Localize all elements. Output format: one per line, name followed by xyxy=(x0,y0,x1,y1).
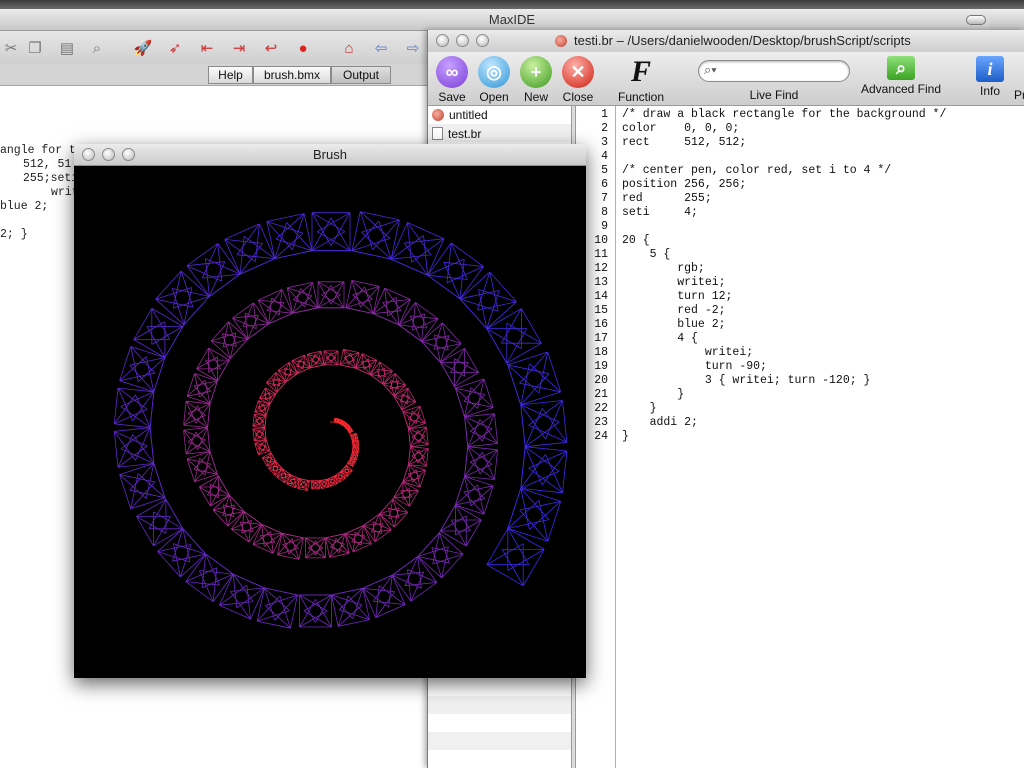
live-find-input[interactable] xyxy=(698,60,850,82)
tab-output[interactable]: Output xyxy=(331,66,391,84)
maxide-title: MaxIDE xyxy=(488,12,536,27)
code-line: turn 12; xyxy=(622,290,733,303)
file-name: test.br xyxy=(448,127,482,141)
code-line: red 255; xyxy=(622,192,712,205)
rocket-build-icon[interactable]: 🚀 xyxy=(132,37,154,59)
code-line: /* draw a black rectangle for the backgr… xyxy=(622,108,947,121)
brush-output-window: Brush xyxy=(74,144,586,678)
background-window-edge xyxy=(990,9,1024,31)
tab-help[interactable]: Help xyxy=(208,66,253,84)
forward-arrow-icon[interactable]: ⇨ xyxy=(402,37,424,59)
code-line: position 256, 256; xyxy=(622,178,747,191)
save-label: Save xyxy=(438,90,466,104)
file-item-test[interactable]: test.br xyxy=(432,125,481,143)
code-line: writei; xyxy=(622,276,726,289)
file-name: untitled xyxy=(449,108,488,122)
close-label: Close xyxy=(562,90,594,104)
maxide-title-bar: MaxIDE xyxy=(0,9,1024,31)
code-line: seti 4; xyxy=(622,206,698,219)
function-icon: F xyxy=(630,55,651,88)
code-fragment: blue 2; xyxy=(0,200,49,213)
info-label: Info xyxy=(979,84,1000,98)
open-button[interactable]: ◎ Open xyxy=(476,52,512,104)
code-line: 20 { xyxy=(622,234,650,247)
find-icon[interactable]: ⌕ xyxy=(86,37,108,59)
save-icon: ∞ xyxy=(436,56,468,88)
open-label: Open xyxy=(479,90,509,104)
info-icon: i xyxy=(976,56,1004,82)
code-line: } xyxy=(622,402,657,415)
stop-icon[interactable]: ● xyxy=(292,37,314,59)
tab-brush-bmx[interactable]: brush.bmx xyxy=(253,66,331,84)
info-button[interactable]: i Info xyxy=(974,52,1006,98)
rocket-run-icon[interactable]: ➶ xyxy=(164,37,186,59)
spiral-canvas xyxy=(74,166,586,678)
code-fragment: 2; } xyxy=(0,228,28,241)
back-arrow-icon[interactable]: ⇦ xyxy=(370,37,392,59)
step-out-icon[interactable]: ↩ xyxy=(260,37,282,59)
zoom-window-button[interactable] xyxy=(122,148,135,161)
magnifier-icon: ⌕ xyxy=(887,56,915,80)
document-icon xyxy=(432,127,443,140)
close-button[interactable]: ✕ Close xyxy=(560,52,596,104)
overflow-toolbar-label: Pr xyxy=(1014,88,1024,102)
code-line: 3 { writei; turn -120; } xyxy=(622,374,871,387)
copy-icon[interactable]: ❐ xyxy=(24,37,46,59)
brush-file-icon xyxy=(432,109,444,121)
file-item-untitled[interactable]: untitled xyxy=(432,106,488,124)
code-line: red -2; xyxy=(622,304,726,317)
line-number: 1 xyxy=(601,108,608,121)
code-line: 5 { xyxy=(622,248,671,261)
code-line: rgb; xyxy=(622,262,705,275)
code-fragment: 512, 51 xyxy=(23,158,72,171)
menu-bar-strip xyxy=(0,0,1024,9)
brush-title-bar: Brush xyxy=(74,144,586,166)
minimize-window-button[interactable] xyxy=(102,148,115,161)
live-find-label: Live Find xyxy=(749,88,799,102)
code-fragment: angle for th xyxy=(0,144,83,157)
code-fragment: 255;seti xyxy=(23,172,79,185)
close-window-button[interactable] xyxy=(436,34,449,47)
code-line: /* center pen, color red, set i to 4 */ xyxy=(622,164,892,177)
search-icon: ⌕▾ xyxy=(704,62,717,77)
code-line: writei; xyxy=(622,346,754,359)
new-button[interactable]: + New xyxy=(518,52,554,104)
save-button[interactable]: ∞ Save xyxy=(434,52,470,104)
close-window-button[interactable] xyxy=(82,148,95,161)
brush-title: Brush xyxy=(313,147,347,162)
function-label: Function xyxy=(617,90,665,104)
home-icon[interactable]: ⌂ xyxy=(338,37,360,59)
code-line: } xyxy=(622,430,629,443)
open-icon: ◎ xyxy=(478,56,510,88)
new-label: New xyxy=(523,90,548,104)
advanced-find-label: Advanced Find xyxy=(860,82,942,96)
toolbar-toggle-button[interactable] xyxy=(966,15,986,25)
code-line: } xyxy=(622,388,685,401)
line-number: 2 xyxy=(601,122,608,135)
function-button[interactable]: F Function xyxy=(616,52,666,104)
step-in-icon[interactable]: ⇥ xyxy=(228,37,250,59)
close-icon: ✕ xyxy=(562,56,594,88)
paste-icon[interactable]: ▤ xyxy=(56,37,78,59)
code-line: color 0, 0, 0; xyxy=(622,122,740,135)
plus-icon: + xyxy=(520,56,552,88)
zoom-window-button[interactable] xyxy=(476,34,489,47)
code-line: addi 2; xyxy=(622,416,698,429)
editor-title-bar: testi.br – /Users/danielwooden/Desktop/b… xyxy=(428,30,1024,52)
code-line: 4 { xyxy=(622,332,698,345)
step-icon[interactable]: ⇤ xyxy=(196,37,218,59)
document-icon xyxy=(555,35,567,47)
code-line: rect 512, 512; xyxy=(622,136,747,149)
advanced-find-button[interactable]: ⌕ Advanced Find xyxy=(856,52,946,96)
editor-title: testi.br – /Users/danielwooden/Desktop/b… xyxy=(574,33,911,48)
cut-icon[interactable]: ✂ xyxy=(0,37,22,59)
minimize-window-button[interactable] xyxy=(456,34,469,47)
code-line: turn -90; xyxy=(622,360,767,373)
code-line: blue 2; xyxy=(622,318,726,331)
